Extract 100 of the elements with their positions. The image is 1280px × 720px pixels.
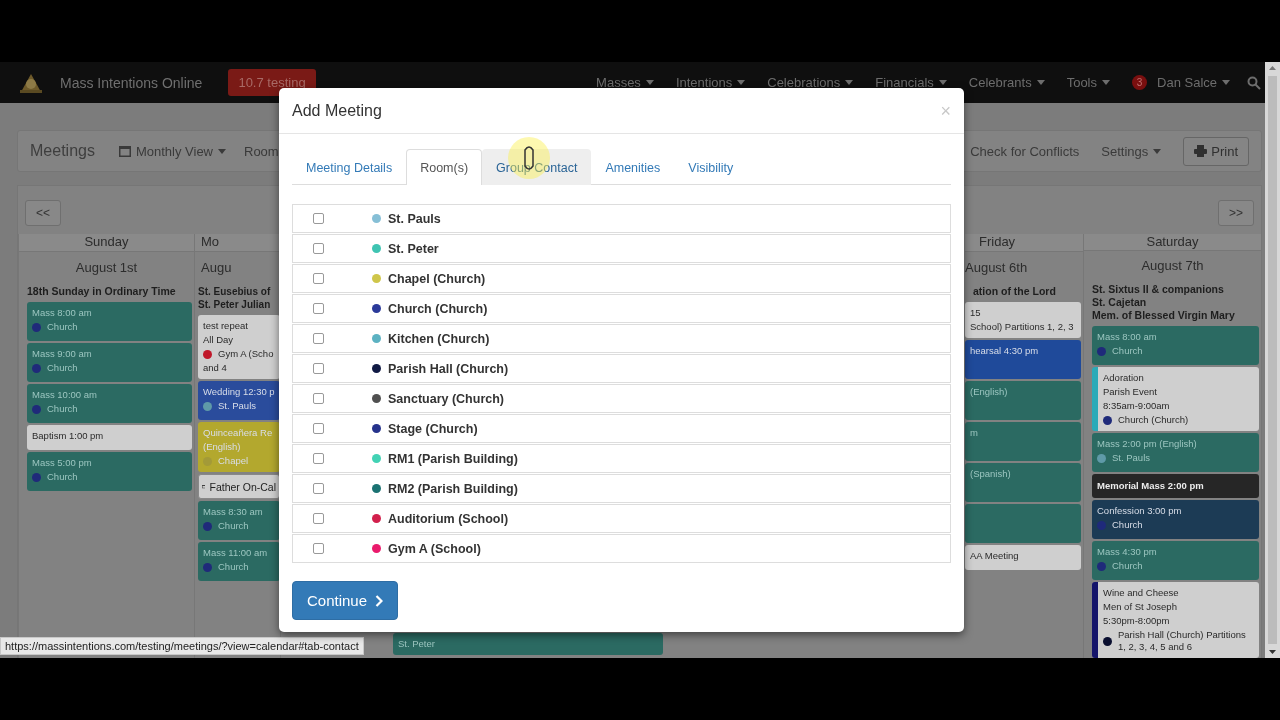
feast-title: ation of the Lord	[973, 285, 1056, 298]
room-checkbox[interactable]	[313, 483, 324, 494]
dialog-tab[interactable]: Group Contact	[482, 149, 592, 185]
event-text: Mass 8:00 am	[1097, 331, 1157, 343]
brand-name[interactable]: Mass Intentions Online	[60, 74, 203, 91]
next-button[interactable]: >>	[1218, 200, 1254, 226]
event-card[interactable]: Mass 9:00 am Church	[27, 343, 192, 382]
room-checkbox[interactable]	[313, 273, 324, 284]
event-text: Church	[1112, 519, 1143, 531]
event-card[interactable]: Father On-Cal	[198, 474, 280, 499]
event-text: Church	[218, 561, 249, 573]
event-text: Church (Church)	[1118, 414, 1189, 426]
scroll-down-icon[interactable]	[1269, 650, 1276, 654]
event-card[interactable]: Baptism 1:00 pm	[27, 425, 192, 450]
event-card[interactable]: m	[965, 422, 1081, 461]
room-name: Sanctuary (Church)	[388, 391, 504, 406]
day-date: August 6th	[965, 259, 1028, 275]
event-text: Mass 8:30 am	[203, 506, 263, 518]
event-text: Mass 4:30 pm	[1097, 546, 1157, 558]
event-text: (Spanish)	[970, 468, 1011, 480]
event-card[interactable]: Wine and Cheese Men of St Joseph 5:30pm-8:00pm Parish Hall (Church) Partitions 1, 2, 3, 4, 5 and 6	[1092, 582, 1259, 658]
event-text: 8:35am-9:00am	[1103, 400, 1170, 412]
event-card[interactable]: (English)	[965, 381, 1081, 420]
event-card[interactable]: Mass 8:00 am Church	[27, 302, 192, 341]
room-checkbox[interactable]	[313, 513, 324, 524]
event-text: hearsal 4:30 pm	[970, 345, 1039, 357]
event-text: m	[970, 427, 978, 439]
event-text: Wedding 12:30 p	[203, 386, 275, 398]
scroll-up-icon[interactable]	[1269, 66, 1276, 70]
print-button[interactable]: Print	[1183, 136, 1249, 166]
event-text: Baptism 1:00 pm	[32, 430, 104, 442]
event-card[interactable]: Mass 4:30 pm Church	[1092, 541, 1259, 580]
event-card[interactable]: hearsal 4:30 pm	[965, 340, 1081, 379]
event-card[interactable]: 15 School) Partitions 1, 2, 3	[965, 302, 1081, 338]
room-checkbox[interactable]	[313, 243, 324, 254]
event-text: Mass 11:00 am	[203, 547, 268, 559]
scrollbar[interactable]	[1265, 62, 1280, 658]
event-card[interactable]: St. Peter	[393, 633, 663, 655]
user-menu[interactable]: 3 Dan Salce	[1121, 75, 1241, 90]
dialog-tab[interactable]: Room(s)	[406, 149, 483, 185]
feast-title: St. Eusebius of	[198, 285, 271, 298]
event-card[interactable]: Confession 3:00 pm Church	[1092, 500, 1259, 539]
view-dropdown[interactable]: Monthly View	[118, 143, 226, 159]
event-text: Church	[47, 321, 78, 333]
room-checkbox[interactable]	[313, 453, 324, 464]
event-text: Mass 9:00 am	[32, 348, 92, 360]
event-card[interactable]: AA Meeting	[965, 545, 1081, 570]
event-card[interactable]: test repeat All Day Gym A (Scho and 4	[198, 315, 280, 379]
dialog-tab[interactable]: Amenities	[591, 149, 675, 185]
event-text: and 4	[203, 362, 227, 374]
event-card[interactable]: Adoration Parish Event 8:35am-9:00am Church (Church)	[1092, 367, 1259, 431]
nav-menu[interactable]: Intentions	[664, 75, 757, 90]
dialog-tab[interactable]: Meeting Details	[292, 149, 407, 185]
event-card[interactable]: Mass 5:00 pm Church	[27, 452, 192, 491]
room-name: Gym A (School)	[388, 541, 481, 556]
event-text: (English)	[203, 441, 241, 453]
continue-button[interactable]: Continue	[292, 581, 399, 620]
nav-menu[interactable]: Financials	[864, 75, 958, 90]
event-card[interactable]: Quinceañera Re (English) Chapel	[198, 422, 280, 472]
day-name: Mo	[201, 234, 220, 249]
event-card[interactable]: Mass 11:00 am Church	[198, 542, 280, 581]
nav-menu[interactable]: Celebrants	[957, 75, 1056, 90]
event-card[interactable]: Wedding 12:30 p St. Pauls	[198, 381, 280, 420]
event-text: (English)	[970, 386, 1008, 398]
room-checkbox[interactable]	[313, 423, 324, 434]
nav-menu[interactable]: Masses	[585, 75, 665, 90]
event-card[interactable]: Mass 8:30 am Church	[198, 501, 280, 540]
room-checkbox[interactable]	[313, 303, 324, 314]
event-card[interactable]: Mass 2:00 pm (English) St. Pauls	[1092, 433, 1259, 472]
nav-menu[interactable]: Celebrations	[756, 75, 865, 90]
room-checkbox[interactable]	[313, 543, 324, 554]
caret-icon	[645, 80, 654, 85]
day-name: Saturday	[1146, 234, 1199, 249]
feast-title: Mem. of Blessed Virgin Mary	[1092, 309, 1235, 322]
event-text: St. Peter	[398, 638, 435, 650]
event-text: All Day	[203, 334, 234, 346]
nav-menu[interactable]: Tools	[1055, 75, 1121, 90]
event-text: Church	[1112, 345, 1143, 357]
room-checkbox[interactable]	[313, 213, 324, 224]
conflicts-link[interactable]: Check for Conflicts	[970, 143, 1080, 159]
event-card[interactable]: Mass 8:00 am Church	[1092, 326, 1259, 365]
event-text: Chapel	[218, 455, 249, 467]
settings-dropdown[interactable]: Settings	[1101, 143, 1162, 159]
search-icon[interactable]	[1247, 75, 1261, 90]
event-text: Confession 3:00 pm	[1097, 505, 1182, 517]
event-text: Men of St Joseph	[1103, 601, 1177, 613]
event-card[interactable]: Memorial Mass 2:00 pm	[1092, 474, 1259, 498]
room-checkbox[interactable]	[313, 333, 324, 344]
event-text: Gym A (Scho	[218, 348, 274, 360]
feast-title: St. Peter Julian	[198, 298, 271, 311]
event-text: Mass 5:00 pm	[32, 457, 92, 469]
event-card[interactable]: (Spanish)	[965, 463, 1081, 502]
dialog-tab[interactable]: Visibility	[674, 149, 748, 185]
event-card[interactable]: Mass 10:00 am Church	[27, 384, 192, 423]
event-text: Mass 2:00 pm (English)	[1097, 438, 1197, 450]
previous-button[interactable]: <<	[25, 200, 61, 226]
room-dropdown[interactable]: Room	[244, 143, 279, 159]
room-checkbox[interactable]	[313, 363, 324, 374]
feast-title: St. Cajetan	[1092, 296, 1147, 309]
room-checkbox[interactable]	[313, 393, 324, 404]
